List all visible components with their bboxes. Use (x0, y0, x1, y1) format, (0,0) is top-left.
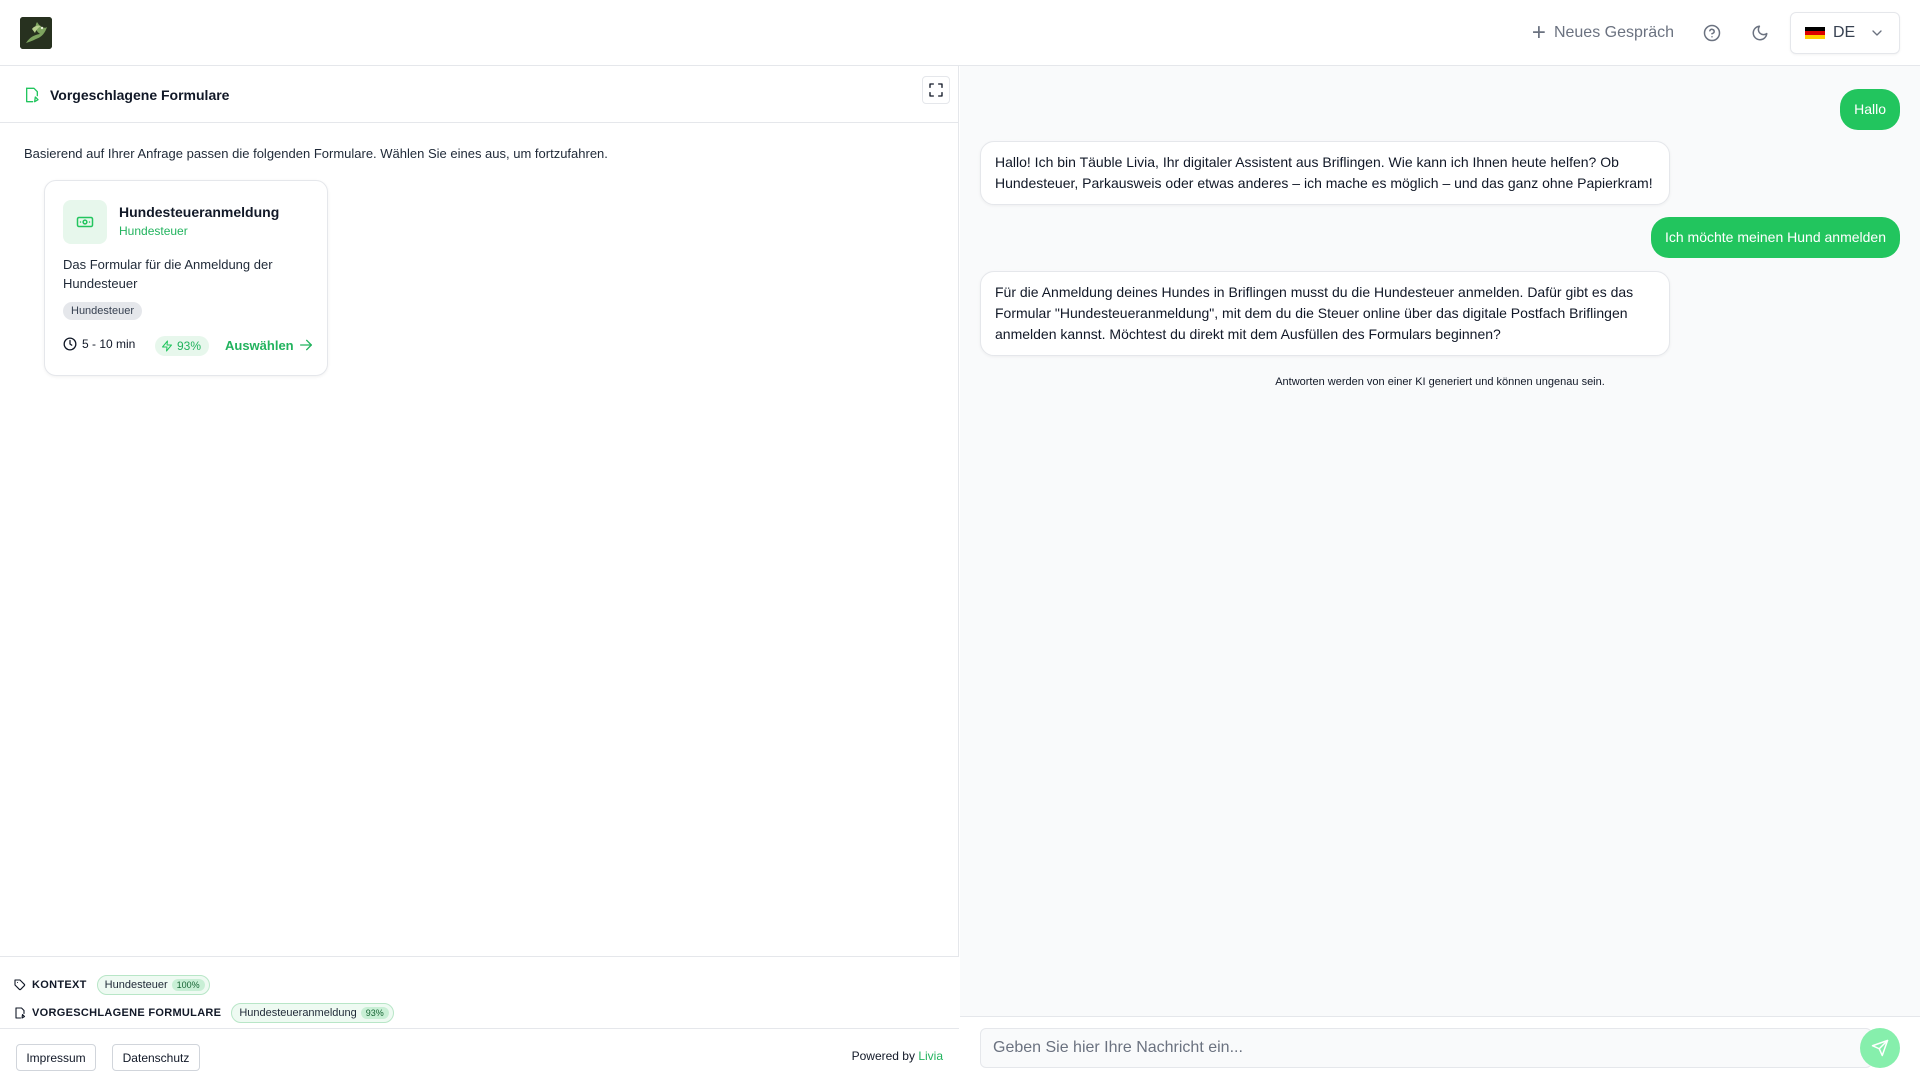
form-pen-icon (15, 1007, 26, 1019)
form-pen-icon (26, 87, 39, 103)
user-message: Ich möchte meinen Hund anmelden (1650, 217, 1900, 258)
form-card[interactable]: Hundesteueranmeldung Hundesteuer Das For… (44, 180, 328, 376)
chat-input-bar (960, 1016, 1920, 1080)
clock-icon (63, 337, 77, 351)
message-input[interactable] (980, 1028, 1872, 1068)
arrow-right-icon (299, 339, 312, 351)
top-header: + Neues Gespräch DE (0, 0, 1920, 66)
datenschutz-button[interactable]: Datenschutz (112, 1044, 200, 1071)
form-card-category: Hundesteuer (119, 224, 188, 238)
language-select[interactable]: DE (1790, 12, 1900, 54)
context-chip-label: Hundesteuer (104, 979, 168, 991)
send-icon (1871, 1039, 1889, 1057)
suggested-form-chip[interactable]: Hundesteueranmeldung 93% (231, 1003, 394, 1023)
moon-icon (1752, 25, 1768, 41)
language-label: DE (1833, 24, 1856, 41)
ai-disclaimer: Antworten werden von einer KI generiert … (1275, 376, 1605, 388)
new-conversation-button[interactable]: + Neues Gespräch (1522, 13, 1684, 53)
dark-mode-toggle[interactable] (1740, 13, 1780, 53)
brand-link[interactable]: Livia (918, 1049, 943, 1063)
lightning-icon (162, 340, 172, 352)
help-button[interactable] (1692, 13, 1732, 53)
powered-by: Powered by Livia (852, 1049, 943, 1063)
suggested-form-chip-pct: 93% (360, 1007, 389, 1019)
form-card-description: Das Formular für die Anmeldung der Hunde… (63, 257, 273, 291)
suggested-form-chip-label: Hundesteueranmeldung (239, 1007, 357, 1019)
suggested-forms-row: VORGESCHLAGENE FORMULARE Hundesteueranme… (14, 1003, 394, 1023)
assistant-message: Für die Anmeldung deines Hundes in Brifl… (980, 271, 1670, 356)
form-card-select-button[interactable]: Auswählen (225, 337, 314, 353)
context-row: KONTEXT Hundesteuer 100% (14, 975, 210, 995)
german-flag-icon (1805, 26, 1825, 40)
suggested-forms-label: VORGESCHLAGENE FORMULARE (32, 1007, 222, 1019)
forms-panel: Vorgeschlagene Formulare Basierend auf I… (0, 66, 959, 1080)
expand-panel-button[interactable] (922, 76, 950, 104)
form-card-title: Hundesteueranmeldung (119, 204, 280, 220)
forms-panel-header: Vorgeschlagene Formulare (0, 66, 959, 123)
left-footer: Impressum Datenschutz Powered by Livia (0, 1028, 959, 1080)
impressum-button[interactable]: Impressum (16, 1044, 96, 1071)
fullscreen-icon (929, 83, 943, 97)
forms-panel-title: Vorgeschlagene Formulare (50, 87, 230, 103)
powered-by-text: Powered by (851, 1049, 915, 1063)
form-card-match-badge: 93% (155, 336, 210, 356)
context-chip-pct: 100% (171, 979, 205, 991)
form-card-match-text: 93% (177, 339, 202, 353)
forms-intro-text: Basierend auf Ihrer Anfrage passen die f… (24, 146, 608, 161)
context-chip[interactable]: Hundesteuer 100% (96, 975, 210, 995)
assistant-message: Hallo! Ich bin Täuble Livia, Ihr digital… (980, 141, 1670, 205)
context-bar: KONTEXT Hundesteuer 100% VORGESCHLAGENE … (0, 956, 959, 1028)
help-icon (1703, 24, 1721, 42)
form-card-tag: Hundesteuer (63, 302, 142, 320)
context-label: KONTEXT (32, 979, 87, 991)
plus-icon: + (1531, 19, 1546, 46)
chat-panel: Hallo Hallo! Ich bin Täuble Livia, Ihr d… (960, 66, 1920, 1080)
send-button[interactable] (1860, 1028, 1900, 1068)
chevron-down-icon (1872, 30, 1882, 36)
user-message: Hallo (1840, 89, 1900, 130)
banknote-icon (63, 200, 107, 244)
header-actions: + Neues Gespräch DE (1522, 12, 1900, 54)
tag-icon (14, 979, 26, 991)
form-card-select-label: Auswählen (225, 337, 294, 353)
form-card-duration: 5 - 10 min (63, 337, 135, 351)
form-card-duration-text: 5 - 10 min (82, 337, 136, 351)
app-logo[interactable] (20, 17, 52, 49)
new-conversation-label: Neues Gespräch (1553, 24, 1674, 41)
